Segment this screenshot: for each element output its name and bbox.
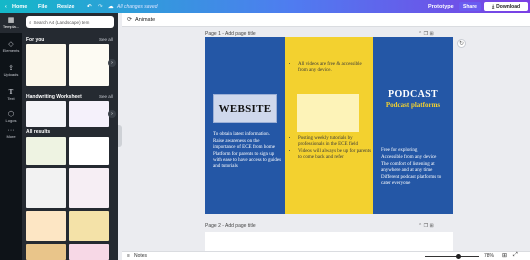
template-thumbnail[interactable]: [69, 101, 109, 127]
search-icon: ⌕: [29, 19, 32, 25]
page-1-canvas[interactable]: WEBSITE To obtain latest information. Ra…: [205, 37, 453, 214]
add-page-icon[interactable]: ⊞: [429, 223, 433, 229]
page-actions: ⌃ ❐ ⊞: [418, 223, 434, 229]
canvas-toolbar: ⟳ Animate: [122, 13, 530, 27]
download-button[interactable]: ⤓ Download: [484, 2, 528, 11]
template-thumbnail[interactable]: [69, 137, 109, 165]
rail-item-label: Elements: [2, 48, 20, 53]
duplicate-icon[interactable]: ❐: [424, 223, 428, 229]
videos-bullets-top[interactable]: All videos are free & accessible from an…: [291, 62, 369, 75]
zoom-level[interactable]: 78%: [484, 253, 494, 259]
hide-icon[interactable]: ⌃: [418, 223, 422, 229]
cloud-saved-icon: ☁: [108, 3, 114, 10]
rail-item-elements[interactable]: ◇ Elements: [0, 37, 22, 57]
chevron-right-icon[interactable]: ›: [108, 59, 116, 67]
videos-column[interactable]: All videos are free & accessible from an…: [285, 37, 373, 214]
website-title: WEBSITE: [218, 102, 272, 115]
zoom-slider-knob[interactable]: [456, 254, 462, 259]
prototype-button[interactable]: Prototype: [428, 4, 454, 10]
podcast-title-group[interactable]: PODCAST Podcast platforms: [373, 89, 453, 109]
website-column[interactable]: WEBSITE To obtain latest information. Ra…: [205, 37, 285, 214]
text-icon: T: [8, 88, 14, 96]
save-status: All changes saved: [117, 3, 158, 10]
list-item: Posting weekly tutorials by professional…: [298, 136, 371, 148]
template-thumbnail[interactable]: [26, 168, 66, 208]
refresh-icon[interactable]: ↻: [457, 39, 466, 48]
template-thumbnail[interactable]: [26, 211, 66, 241]
podcast-subtitle: Podcast platforms: [385, 101, 441, 109]
download-label: Download: [496, 3, 521, 10]
page-2-title[interactable]: Page 2 - Add page title: [205, 223, 256, 229]
for-you-heading: For you: [26, 37, 45, 43]
template-thumbnail[interactable]: [26, 137, 66, 165]
upload-icon: ⇪: [8, 65, 14, 72]
podcast-bullets[interactable]: Free for exploring Accessible from any d…: [374, 148, 452, 188]
resize-menu[interactable]: Resize: [57, 4, 74, 10]
list-item: Different podcast platforms to cater eve…: [381, 175, 452, 187]
see-all-link[interactable]: See all: [99, 37, 113, 42]
collapse-panel-handle[interactable]: [118, 125, 122, 147]
zoom-slider[interactable]: [425, 254, 479, 259]
rail-item-more[interactable]: ··· More: [0, 123, 22, 143]
share-label: Share: [463, 3, 477, 10]
page-grid-icon[interactable]: ⊞: [502, 252, 507, 259]
list-item: Accessible from any device: [381, 155, 452, 161]
handwriting-heading: Handwriting Worksheet: [26, 94, 82, 100]
page-2-canvas[interactable]: [205, 232, 453, 251]
list-item: The comfort of listening at anywhere and…: [381, 162, 452, 174]
see-all-link[interactable]: See all: [99, 94, 113, 99]
rail-item-label: Uploads: [3, 72, 19, 77]
template-icon: ▦: [7, 17, 15, 24]
template-thumbnail[interactable]: [26, 101, 66, 127]
undo-icon[interactable]: ↶: [87, 4, 92, 10]
template-thumbnail[interactable]: [69, 244, 109, 260]
list-item: Raise awareness on the importance of ECE…: [213, 139, 283, 151]
chevron-right-icon[interactable]: ›: [108, 110, 116, 118]
rail-item-label: More: [6, 134, 16, 139]
animate-icon: ⟳: [127, 17, 133, 23]
home-chevron-icon[interactable]: ‹: [5, 4, 7, 10]
home-button[interactable]: Home: [12, 4, 27, 10]
website-title-box[interactable]: WEBSITE: [213, 94, 277, 123]
templates-panel: ⌕ Search A4 (Landscape) tem For you See …: [22, 13, 118, 260]
fullscreen-icon[interactable]: ⤢: [513, 252, 518, 259]
list-item: Platform for parents to sign up with eas…: [213, 152, 283, 170]
list-item: To obtain latest information.: [213, 132, 283, 138]
list-item: Videos will always be up for parents to …: [298, 149, 371, 161]
notes-button[interactable]: Notes: [134, 253, 147, 259]
file-menu[interactable]: File: [38, 4, 47, 10]
animate-button[interactable]: Animate: [135, 17, 155, 23]
notes-icon[interactable]: ≡: [127, 253, 130, 259]
rail-item-label: Text: [7, 96, 15, 101]
podcast-column[interactable]: PODCAST Podcast platforms Free for explo…: [373, 37, 453, 214]
rail-item-uploads[interactable]: ⇪ Uploads: [0, 61, 22, 81]
download-icon: ⤓: [491, 3, 495, 10]
list-item: All videos are free & accessible from an…: [298, 62, 369, 74]
template-thumbnail[interactable]: [26, 244, 66, 260]
template-thumbnail[interactable]: [69, 44, 109, 86]
videos-bullets-bottom[interactable]: Posting weekly tutorials by professional…: [291, 136, 371, 162]
rail-item-text[interactable]: T Text: [0, 85, 22, 105]
more-icon: ···: [7, 127, 15, 134]
all-results-heading: All results: [26, 129, 51, 135]
podcast-title: PODCAST: [388, 89, 438, 100]
bottom-bar: ≡ Notes 78% ⊞ ⤢: [122, 251, 530, 260]
rail-item-label: Templa...: [2, 24, 20, 29]
share-button[interactable]: Share: [459, 2, 481, 11]
rail-item-templates[interactable]: ▦ Templa...: [0, 13, 22, 33]
template-thumbnail[interactable]: [26, 44, 66, 86]
elements-icon: ◇: [8, 41, 14, 48]
redo-icon[interactable]: ↷: [98, 4, 103, 10]
logo-icon: ⬡: [7, 111, 15, 118]
search-placeholder: Search A4 (Landscape) tem: [33, 19, 90, 25]
template-thumbnail[interactable]: [69, 211, 109, 241]
left-rail: ▦ Templa... ◇ Elements ⇪ Uploads T Text …: [0, 13, 22, 260]
template-thumbnail[interactable]: [69, 168, 109, 208]
list-item: Free for exploring: [381, 148, 452, 154]
search-input[interactable]: ⌕ Search A4 (Landscape) tem: [26, 16, 114, 28]
top-bar: ‹ Home File Resize ↶ ↷ ☁ All changes sav…: [0, 0, 530, 13]
image-placeholder[interactable]: [297, 94, 359, 132]
website-bullets[interactable]: To obtain latest information. Raise awar…: [206, 132, 283, 171]
